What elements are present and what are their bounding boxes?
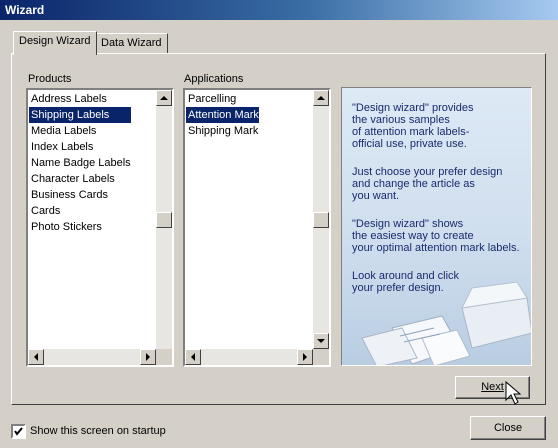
applications-scroll-up-button[interactable]: [313, 90, 329, 106]
products-list: Address Labels Shipping Labels Media Label…: [29, 91, 131, 235]
arrow-up-icon: [160, 96, 168, 100]
arrow-up-icon: [317, 96, 325, 100]
products-vscroll-thumb[interactable]: [156, 212, 172, 228]
products-list-item[interactable]: Name Badge Labels: [29, 155, 131, 171]
products-list-item[interactable]: Cards: [29, 203, 131, 219]
arrow-left-icon: [191, 353, 195, 361]
arrow-down-icon: [317, 339, 325, 343]
arrow-left-icon: [34, 353, 38, 361]
products-list-item[interactable]: Media Labels: [29, 123, 131, 139]
products-listbox[interactable]: Address Labels Shipping Labels Media Label…: [26, 88, 174, 367]
window-title: Wizard: [5, 3, 45, 17]
applications-list: Parcelling Attention Mark Shipping Mark: [186, 91, 259, 139]
check-mark-icon: [14, 427, 23, 436]
applications-list-item[interactable]: Shipping Mark: [186, 123, 259, 139]
applications-scroll-right-button[interactable]: [297, 349, 313, 365]
window-title-bar[interactable]: Wizard: [0, 0, 558, 20]
arrow-right-icon: [303, 353, 307, 361]
applications-scroll-down-button[interactable]: [313, 333, 329, 349]
info-paragraph: "Design wizard" provides the various sam…: [352, 102, 474, 150]
applications-hscroll-track[interactable]: [201, 349, 297, 365]
info-paragraph: "Design wizard" shows the easiest way to…: [352, 218, 520, 254]
arrow-right-icon: [146, 353, 150, 361]
products-list-item[interactable]: Index Labels: [29, 139, 131, 155]
applications-label: Applications: [184, 73, 244, 85]
applications-list-item[interactable]: Parcelling: [186, 91, 259, 107]
products-list-item[interactable]: Photo Stickers: [29, 219, 131, 235]
applications-list-item[interactable]: Attention Mark: [186, 107, 259, 123]
startup-label[interactable]: Show this screen on startup: [30, 424, 166, 439]
products-scroll-corner: [156, 349, 172, 365]
applications-listbox[interactable]: Parcelling Attention Mark Shipping Mark: [183, 88, 331, 367]
tab-design-wizard[interactable]: Design Wizard: [13, 31, 97, 55]
products-label: Products: [28, 73, 72, 85]
products-list-item[interactable]: Shipping Labels: [29, 107, 131, 123]
applications-scroll-left-button[interactable]: [185, 349, 201, 365]
tab-data-wizard[interactable]: Data Wizard: [95, 33, 168, 54]
products-list-item[interactable]: Address Labels: [29, 91, 131, 107]
info-paragraph: Just choose your prefer design and chang…: [352, 166, 503, 202]
products-scroll-left-button[interactable]: [28, 349, 44, 365]
products-list-item[interactable]: Character Labels: [29, 171, 131, 187]
applications-scroll-corner: [313, 349, 329, 365]
close-button[interactable]: Close: [470, 416, 546, 440]
startup-checkbox[interactable]: [11, 424, 26, 439]
products-scroll-right-button[interactable]: [140, 349, 156, 365]
mouse-cursor-icon: [505, 381, 522, 405]
info-preview-box: "Design wizard" provides the various sam…: [341, 87, 532, 366]
printer-labels-illustration: [361, 281, 531, 365]
products-hscroll-track[interactable]: [44, 349, 140, 365]
products-list-item[interactable]: Business Cards: [29, 187, 131, 203]
products-scroll-up-button[interactable]: [156, 90, 172, 106]
applications-vscroll-thumb[interactable]: [313, 212, 329, 228]
